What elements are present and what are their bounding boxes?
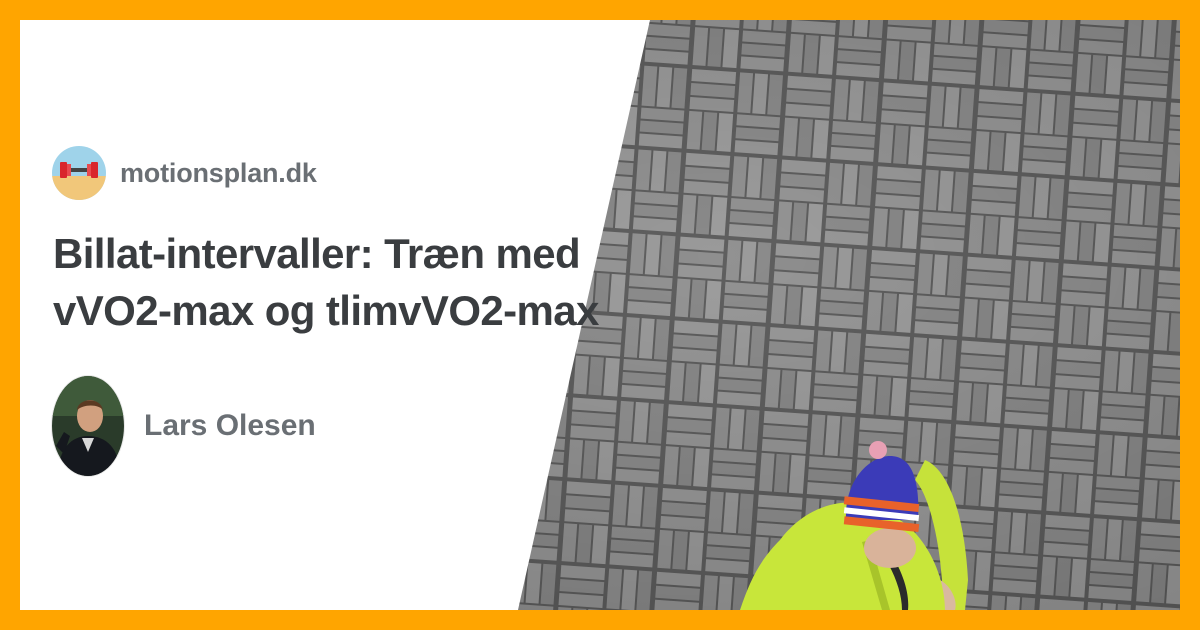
author-byline[interactable]: Lars Olesen bbox=[52, 376, 316, 476]
share-card: motionsplan.dk Billat-intervaller: Træn … bbox=[20, 20, 1180, 610]
author-avatar bbox=[52, 376, 124, 476]
article-title[interactable]: Billat-intervaller: Træn med vVO2-max og… bbox=[53, 225, 613, 339]
article-title-line-1: Billat-intervaller: Træn med bbox=[53, 230, 581, 277]
dumbbell-beach-icon bbox=[52, 146, 106, 200]
author-name[interactable]: Lars Olesen bbox=[144, 409, 316, 443]
article-title-line-2: vVO2-max og tlimvVO2-max bbox=[53, 287, 599, 334]
site-brand[interactable]: motionsplan.dk bbox=[52, 146, 317, 200]
site-name[interactable]: motionsplan.dk bbox=[120, 158, 317, 189]
